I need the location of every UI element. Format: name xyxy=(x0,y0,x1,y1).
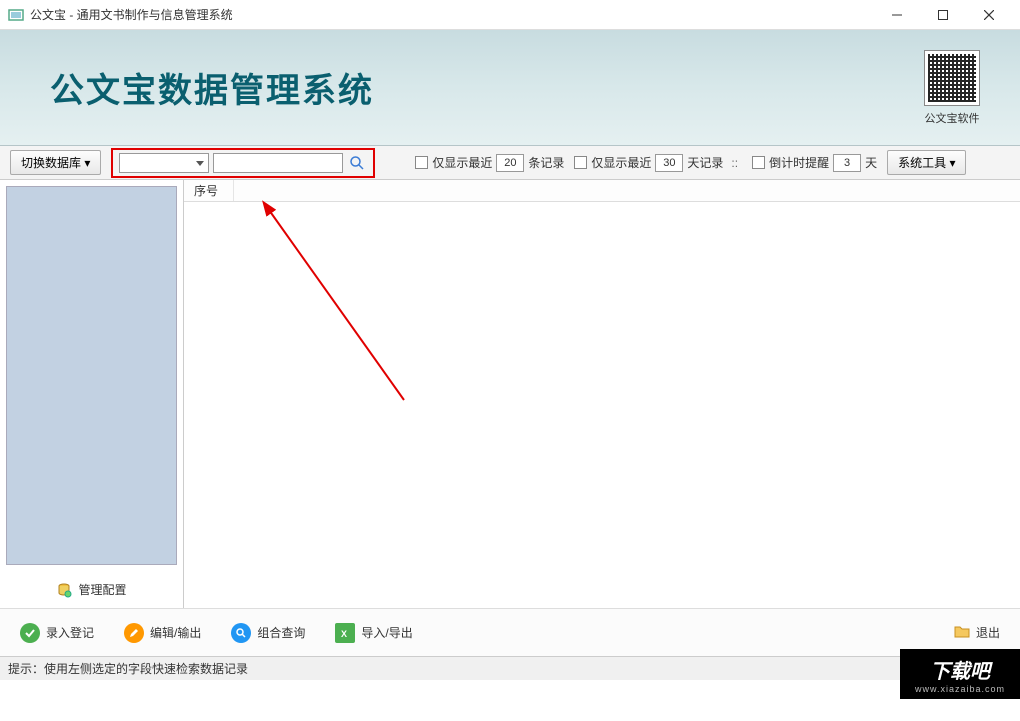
recent-records-value[interactable]: 20 xyxy=(496,154,524,172)
countdown-checkbox[interactable] xyxy=(752,156,765,169)
main-area: 管理配置 序号 xyxy=(0,180,1020,608)
countdown-group: 倒计时提醒 3 天 xyxy=(752,154,877,172)
statusbar: 提示：使用左侧选定的字段快速检索数据记录 系统管理员 / 数 xyxy=(0,656,1020,680)
watermark: 下载吧 www.xiazaiba.com xyxy=(900,649,1020,699)
countdown-unit: 天 xyxy=(865,154,877,171)
hint-label: 提示： xyxy=(8,662,44,676)
search-input[interactable] xyxy=(213,153,343,173)
switch-database-button[interactable]: 切换数据库 ▾ xyxy=(10,150,101,175)
tree-box[interactable] xyxy=(6,186,177,565)
column-header-row: 序号 xyxy=(184,180,1020,202)
banner: 公文宝数据管理系统 公文宝软件 xyxy=(0,30,1020,146)
column-seq[interactable]: 序号 xyxy=(184,180,234,201)
search-field-combo[interactable] xyxy=(119,153,209,173)
search-button[interactable] xyxy=(347,153,367,173)
recent-days-group: 仅显示最近 30 天记录 :: xyxy=(574,154,742,172)
qr-label: 公文宝软件 xyxy=(924,110,980,126)
hint-text: 使用左侧选定的字段快速检索数据记录 xyxy=(44,662,248,676)
manage-config-label: 管理配置 xyxy=(78,581,126,598)
minimize-button[interactable] xyxy=(874,0,920,30)
recent-days-value[interactable]: 30 xyxy=(655,154,683,172)
watermark-sub: www.xiazaiba.com xyxy=(915,684,1005,694)
status-hint: 提示：使用左侧选定的字段快速检索数据记录 xyxy=(8,660,930,677)
window-controls xyxy=(874,0,1012,30)
qr-code xyxy=(924,50,980,106)
edit-button[interactable]: 编辑/输出 xyxy=(124,623,201,643)
import-button[interactable]: X 导入/导出 xyxy=(335,623,412,643)
watermark-main: 下载吧 xyxy=(930,655,990,684)
search-icon xyxy=(231,623,251,643)
pencil-icon xyxy=(124,623,144,643)
app-icon xyxy=(8,7,24,23)
banner-title: 公文宝数据管理系统 xyxy=(50,63,374,112)
query-button[interactable]: 组合查询 xyxy=(231,623,305,643)
recent-records-unit: 条记录 xyxy=(528,154,564,171)
exit-button[interactable]: 退出 xyxy=(954,623,1000,642)
titlebar: 公文宝 - 通用文书制作与信息管理系统 xyxy=(0,0,1020,30)
bottom-toolbar: 录入登记 编辑/输出 组合查询 X 导入/导出 退出 xyxy=(0,608,1020,656)
system-tools-button[interactable]: 系统工具 ▾ xyxy=(887,150,966,175)
folder-icon xyxy=(954,623,970,642)
manage-config-button[interactable]: 管理配置 xyxy=(0,571,183,608)
recent-days-checkbox[interactable] xyxy=(574,156,587,169)
edit-label: 编辑/输出 xyxy=(150,624,201,641)
window-title: 公文宝 - 通用文书制作与信息管理系统 xyxy=(30,6,874,23)
recent-records-label: 仅显示最近 xyxy=(432,154,492,171)
dots-separator: :: xyxy=(727,156,742,170)
database-icon xyxy=(56,582,72,598)
recent-records-group: 仅显示最近 20 条记录 xyxy=(415,154,564,172)
exit-label: 退出 xyxy=(976,624,1000,641)
svg-text:X: X xyxy=(341,629,347,639)
entry-button[interactable]: 录入登记 xyxy=(20,623,94,643)
query-label: 组合查询 xyxy=(257,624,305,641)
recent-records-checkbox[interactable] xyxy=(415,156,428,169)
recent-days-unit: 天记录 xyxy=(687,154,723,171)
countdown-value[interactable]: 3 xyxy=(833,154,861,172)
left-panel: 管理配置 xyxy=(0,180,184,608)
maximize-button[interactable] xyxy=(920,0,966,30)
excel-icon: X xyxy=(335,623,355,643)
check-icon xyxy=(20,623,40,643)
import-label: 导入/导出 xyxy=(361,624,412,641)
content-panel: 序号 xyxy=(184,180,1020,608)
search-group xyxy=(111,148,375,178)
qr-box: 公文宝软件 xyxy=(924,50,980,126)
toolbar: 切换数据库 ▾ 仅显示最近 20 条记录 仅显示最近 30 天记录 :: 倒计时… xyxy=(0,146,1020,180)
recent-days-label: 仅显示最近 xyxy=(591,154,651,171)
entry-label: 录入登记 xyxy=(46,624,94,641)
close-button[interactable] xyxy=(966,0,1012,30)
annotation-arrow xyxy=(184,180,1020,600)
countdown-label: 倒计时提醒 xyxy=(769,154,829,171)
